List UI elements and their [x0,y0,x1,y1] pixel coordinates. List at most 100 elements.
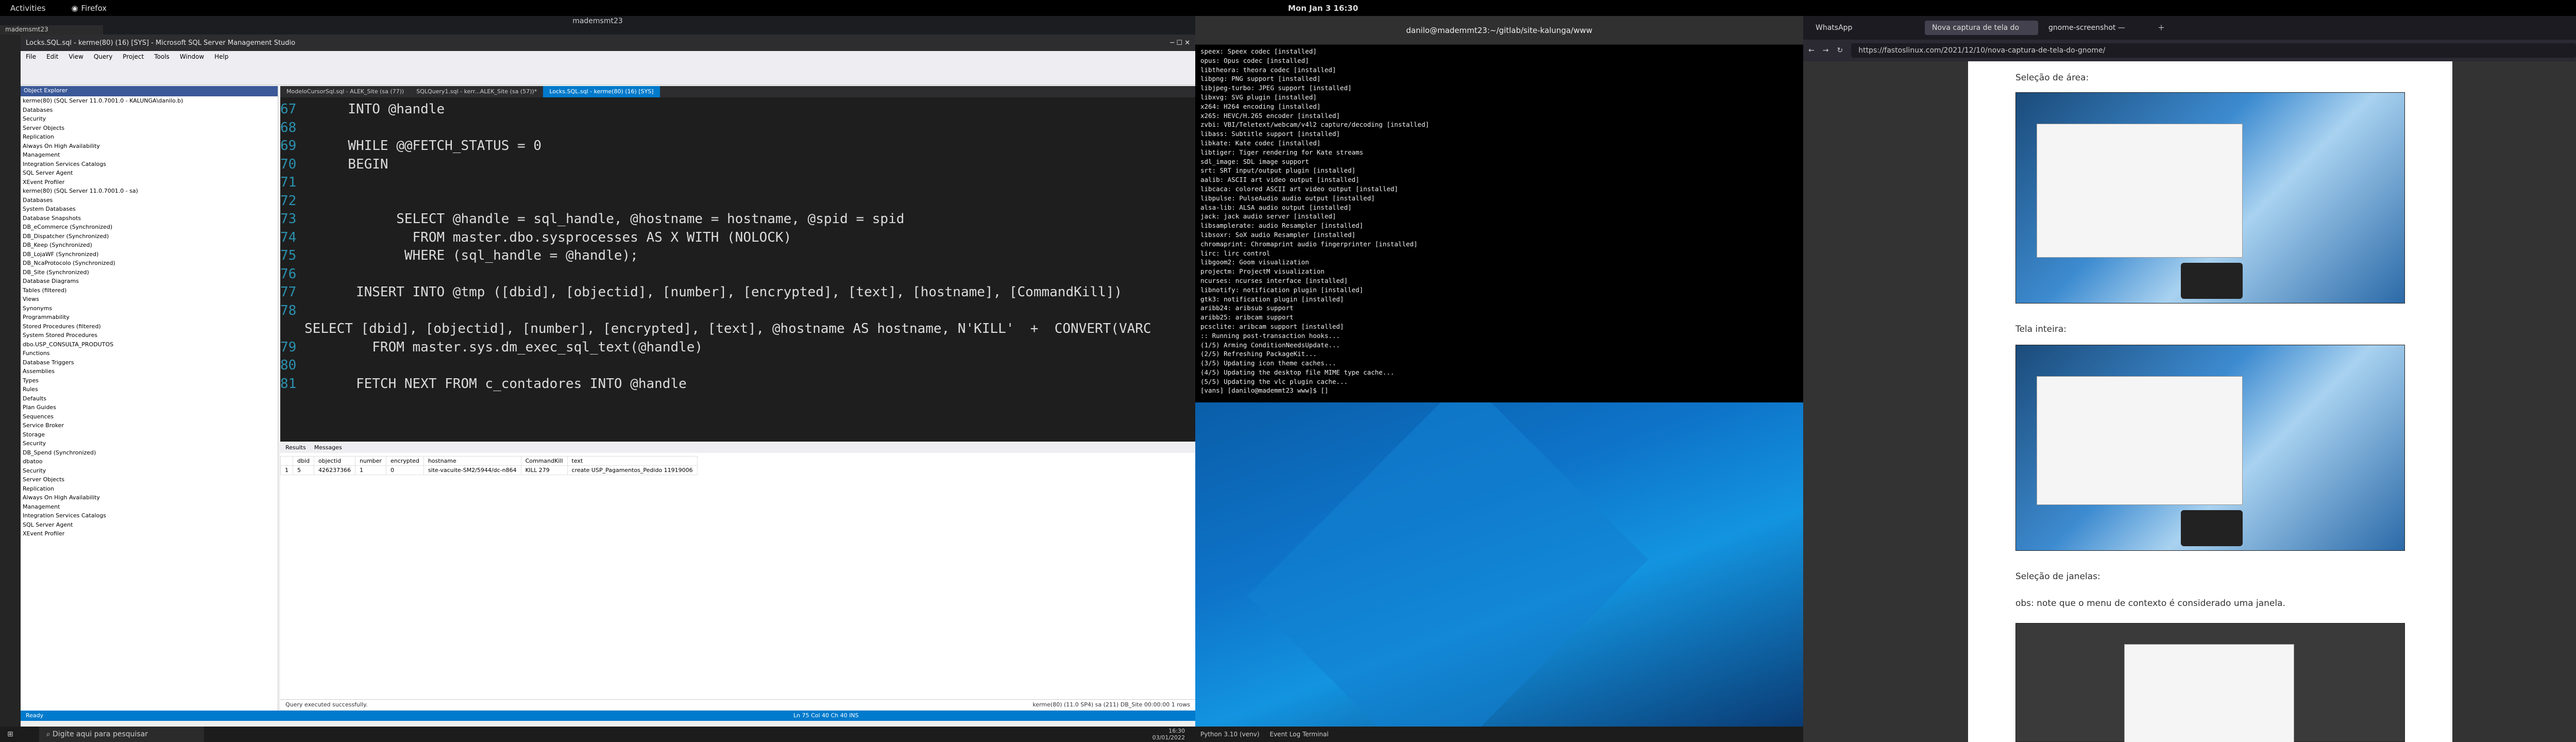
tree-item[interactable]: Storage [21,430,278,440]
back-icon[interactable]: ← [1808,46,1815,55]
tree-item[interactable]: DB_NcaProtocolo (Synchronized) [21,259,278,268]
reload-icon[interactable]: ↻ [1837,46,1843,55]
menu-tools[interactable]: Tools [154,53,170,60]
editor-tab[interactable]: ModeloCursorSql.sql - ALEK_Site (sa (77)… [280,86,410,97]
tree-item[interactable]: DB_Dispatcher (Synchronized) [21,232,278,241]
grid-cell[interactable]: create USP_Pagamentos_Pedido 11919006 [567,465,698,475]
tree-item[interactable]: DB_eCommerce (Synchronized) [21,223,278,232]
grid-cell[interactable]: 0 [385,465,424,475]
menu-view[interactable]: View [69,53,83,60]
tree-item[interactable]: Server Objects [21,475,278,484]
menu-project[interactable]: Project [123,53,144,60]
tree-item[interactable]: Defaults [21,394,278,403]
tree-item[interactable]: Replication [21,484,278,494]
grid-cell[interactable]: 1 [355,465,386,475]
table-row[interactable]: 1 5 426237366 1 0 site-vacuite-SM2/5944/dc-n8… [280,465,698,475]
tree-item[interactable]: DB_Site (Synchronized) [21,268,278,277]
tree-item[interactable]: XEvent Profiler [21,529,278,538]
tree-item[interactable]: Stored Procedures (filtered) [21,322,278,331]
results-grid[interactable]: dbid objectid number encrypted hostname Comma… [280,456,1195,475]
tree-item[interactable]: Database Diagrams [21,277,278,286]
column-header[interactable]: number [355,456,386,466]
window-controls[interactable]: ─ ☐ ✕ [1170,39,1190,47]
tree-item[interactable]: Functions [21,349,278,358]
taskbar-clock[interactable]: 16:30 03/01/2022 [1153,728,1185,741]
tab-messages[interactable]: Messages [314,444,342,451]
tree-item[interactable]: dbatoo [21,457,278,466]
forward-icon[interactable]: → [1823,46,1829,55]
tree-item[interactable]: Rules [21,385,278,394]
event-log[interactable]: Event Log Terminal [1270,731,1329,738]
tab-whatsapp[interactable]: WhatsApp [1808,21,1922,35]
column-header[interactable]: hostname [423,456,521,466]
start-icon[interactable]: ⊞ [7,730,13,738]
grid-cell[interactable]: KILL 279 [520,465,568,475]
tree-item[interactable]: DB_Keep (Synchronized) [21,241,278,250]
menu-window[interactable]: Window [180,53,204,60]
tree-item[interactable]: Plan Guides [21,403,278,412]
tree-item[interactable]: Server Objects [21,124,278,133]
tree-item[interactable]: Assemblies [21,367,278,376]
tree-item[interactable]: Databases [21,196,278,205]
tree-item[interactable]: Tables (filtered) [21,286,278,295]
editor-tab[interactable]: SQLQuery1.sql - kerr...ALEK_Site (sa (57… [410,86,543,97]
tree-item[interactable]: Types [21,376,278,385]
tree-item[interactable]: Security [21,114,278,124]
ssms-toolbar[interactable] [21,62,1195,85]
tree-item[interactable]: Integration Services Catalogs [21,160,278,169]
tree-item[interactable]: kerme(80) (SQL Server 11.0.7001.0 - KALU… [21,96,278,106]
tree-item[interactable]: Sequences [21,412,278,421]
tree-item[interactable]: Database Snapshots [21,214,278,223]
column-header[interactable]: text [567,456,698,466]
column-header[interactable]: dbid [292,456,315,466]
tree-item[interactable]: Always On High Availability [21,142,278,151]
new-tab-button[interactable]: ＋ [2158,23,2165,33]
column-header[interactable]: objectid [314,456,356,466]
column-header[interactable]: encrypted [385,456,424,466]
tree-item[interactable]: dbo.USP_CONSULTA_PRODUTOS [21,340,278,349]
tab-active[interactable]: Nova captura de tela do [1925,21,2038,35]
tree-item[interactable]: DB_Spend (Synchronized) [21,448,278,458]
menu-file[interactable]: File [26,53,36,60]
tree-item[interactable]: Integration Services Catalogs [21,511,278,520]
tree-item[interactable]: Database Triggers [21,358,278,367]
tree-item[interactable]: XEvent Profiler [21,178,278,187]
tree-item[interactable]: DB_LojaWF (Synchronized) [21,250,278,259]
tree-item[interactable]: Synonyms [21,304,278,313]
query-editor[interactable]: ModeloCursorSql.sql - ALEK_Site (sa (77)… [280,86,1195,442]
tab-results[interactable]: Results [285,444,306,451]
python-interpreter[interactable]: Python 3.10 (venv) [1200,731,1260,738]
app-menu[interactable]: ◉ Firefox [71,4,107,13]
tree-item[interactable]: Databases [21,106,278,115]
grid-cell[interactable]: 1 [280,465,293,475]
tree-item[interactable]: Service Broker [21,421,278,430]
tree-item[interactable]: System Databases [21,205,278,214]
tab-gnome-screenshot[interactable]: gnome-screenshot — [2041,21,2155,35]
grid-cell[interactable]: 426237366 [314,465,356,475]
tree-item[interactable]: kerme(80) (SQL Server 11.0.7001.0 - sa) [21,187,278,196]
clock[interactable]: Mon Jan 3 16:30 [1288,4,1358,13]
column-header[interactable]: CommandKill [520,456,568,466]
tree-item[interactable]: Management [21,150,278,160]
vm-tab[interactable]: mademsmt23 [0,25,103,35]
grid-cell[interactable]: site-vacuite-SM2/5944/dc-n864 [423,465,521,475]
menu-query[interactable]: Query [94,53,112,60]
tree-item[interactable]: Security [21,466,278,476]
activities-button[interactable]: Activities [10,4,45,13]
column-header[interactable] [280,456,293,466]
tree-item[interactable]: SQL Server Agent [21,168,278,178]
tree-item[interactable]: Programmability [21,313,278,322]
object-tree[interactable]: kerme(80) (SQL Server 11.0.7001.0 - KALU… [21,96,278,538]
tree-item[interactable]: Security [21,439,278,448]
taskbar-search[interactable]: ⌕ Digite aqui para pesquisar [39,727,204,742]
menu-edit[interactable]: Edit [46,53,58,60]
tree-item[interactable]: SQL Server Agent [21,520,278,530]
tree-item[interactable]: System Stored Procedures [21,331,278,340]
url-field[interactable]: https://fastoslinux.com/2021/12/10/nova-… [1851,43,2576,58]
grid-cell[interactable]: 5 [292,465,315,475]
editor-tab-active[interactable]: Locks.SQL.sql - kerme(80) (16) [SYS] [543,86,660,97]
tree-item[interactable]: Replication [21,132,278,142]
tree-item[interactable]: Views [21,295,278,304]
code-area[interactable]: 67 INTO @handle 68 69 WHILE @@FETCH_STATUS… [280,97,1195,393]
tree-item[interactable]: Management [21,502,278,512]
